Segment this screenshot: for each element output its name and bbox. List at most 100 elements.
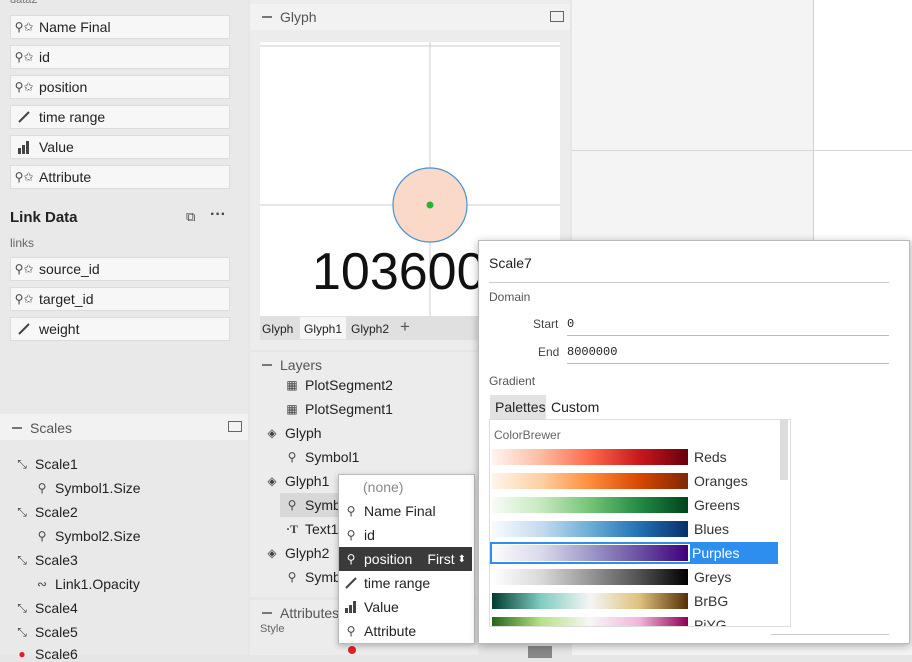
scale-item[interactable]: ⤡ Scale1 [14,456,78,472]
scale-item[interactable]: ⤡ Scale5 [14,624,78,640]
tab-custom[interactable]: Custom [551,399,599,415]
tab-palettes[interactable]: Palettes [495,399,546,415]
field-id[interactable]: ⚲✩ id [10,45,230,69]
scale-item[interactable]: ∾ Link1.Opacity [34,576,140,592]
scale-editor-popup: Scale7 Domain Start 0 End 8000000 Gradie… [478,240,910,644]
domain-end-input[interactable]: 8000000 [567,343,889,364]
palette-greys[interactable]: Greys [490,566,778,588]
gradient-label: Gradient [489,374,536,388]
link-settings-icon[interactable]: ⧉ [186,209,195,225]
scale-item[interactable]: ⚲ Symbol1.Size [34,480,141,496]
palette-greens[interactable]: Greens [490,494,778,516]
add-glyph-button[interactable]: + [400,317,410,337]
layers-title[interactable]: Layers [262,357,322,373]
layer-item[interactable]: ◈ Glyph [264,425,321,441]
fill-color-icon[interactable] [348,646,356,654]
layer-item[interactable]: ◈ Glyph2 [264,545,329,561]
palette-label: Reds [694,449,727,465]
categorical-icon: ⚲✩ [14,292,34,306]
diamond-icon: ◈ [267,426,277,440]
tab-glyph2[interactable]: Glyph2 [351,322,389,336]
categorical-icon: ⚲ [346,552,356,566]
scale-name-input[interactable]: Scale7 [489,255,532,271]
palette-label: Greens [694,497,740,513]
palette-brbg[interactable]: BrBG [490,590,778,612]
updown-icon: ⬍ [457,553,466,565]
canvas-divider [813,0,814,240]
palette-purples[interactable]: Purples [490,542,778,564]
scale-icon: ⤡ [17,600,27,615]
scale-item[interactable]: ⚲ Symbol2.Size [34,528,141,544]
categorical-icon: ⚲✩ [14,170,34,184]
palette-gradient [492,545,688,561]
glyph-big-number: 103600 [312,243,486,301]
end-label: End [538,345,560,359]
palette-gradient [492,449,688,465]
tab-glyph[interactable]: Glyph [262,322,293,336]
aggregation-select[interactable]: First ⬍ [427,551,466,567]
dropdown-item[interactable]: ⚲ id [339,523,472,547]
layer-item[interactable]: ◈ Glyph1 [264,473,329,489]
palette-list[interactable]: ColorBrewer Reds Oranges Greens Blues Purple… [489,419,791,627]
field-attribute[interactable]: ⚲✩ Attribute [10,165,230,189]
dataset-label: data2 [10,0,38,6]
layer-item[interactable]: ⚲ Symbol1 [284,449,360,465]
dropdown-item-none[interactable]: (none) [339,475,472,499]
domain-start-input[interactable]: 0 [567,315,889,336]
scale-item[interactable]: ⤡ Scale2 [14,504,78,520]
fill-toggle[interactable] [528,646,552,658]
field-position[interactable]: ⚲✩ position [10,75,230,99]
tab-glyph1[interactable]: Glyph1 [304,322,342,336]
palette-blues[interactable]: Blues [490,518,778,540]
grid-icon: ▦ [286,378,298,392]
start-label: Start [533,317,559,331]
layer-item[interactable]: ·T Text1 [284,521,338,537]
dropdown-item[interactable]: time range [339,571,472,595]
field-source-id[interactable]: ⚲✩ source_id [10,257,230,281]
layer-item-selected[interactable]: ⚲ Symb [284,497,341,513]
ruler-icon [15,109,33,125]
scale-item[interactable]: ⤡ Scale4 [14,600,78,616]
chart-preview-area [813,0,912,240]
canvas-gridline [813,150,912,151]
dropdown-item[interactable]: ⚲ Name Final [339,499,472,523]
palette-gradient [492,473,688,489]
maximize-icon[interactable] [550,11,564,22]
maximize-icon[interactable] [228,421,242,432]
dropdown-item[interactable]: ⚲ Attribute [339,619,472,643]
scales-title[interactable]: Scales [12,420,72,436]
more-options-icon[interactable]: ··· [210,206,226,224]
glyph-title[interactable]: Glyph [262,9,317,25]
palette-oranges[interactable]: Oranges [490,470,778,492]
categorical-icon: ⚲✩ [14,50,34,64]
categorical-icon: ⚲✩ [14,262,34,276]
field-weight[interactable]: weight [10,317,230,341]
field-label: target_id [39,291,94,307]
symbol-icon: ⚲ [287,450,297,464]
scrollbar-thumb[interactable] [780,420,788,480]
palette-reds[interactable]: Reds [490,446,778,468]
field-dropdown: (none) ⚲ Name Final ⚲ id ⚲ position First ⬍ … [338,474,475,644]
diamond-icon: ◈ [267,546,277,560]
palette-piyg[interactable]: PiYG [490,614,778,626]
scale-icon: ⤡ [17,504,27,519]
palette-group-label: ColorBrewer [494,428,561,442]
layer-item[interactable]: ⚲ Symb [284,569,341,585]
dropdown-item-selected[interactable]: ⚲ position First ⬍ [339,547,472,571]
color-scale-icon: ● [18,647,26,661]
dropdown-item[interactable]: Value [339,595,472,619]
ruler-icon [15,321,33,337]
field-label: id [39,49,50,65]
grid-icon: ▦ [286,402,298,416]
field-time-range[interactable]: time range [10,105,230,129]
categorical-icon: ⚲✩ [14,20,34,34]
field-value[interactable]: Value [10,135,230,159]
layer-item[interactable]: ▦ PlotSegment1 [284,401,393,417]
scale-item[interactable]: ⤡ Scale3 [14,552,78,568]
field-target-id[interactable]: ⚲✩ target_id [10,287,230,311]
scale-item[interactable]: ● Scale6 [14,646,77,662]
canvas-gridline [572,150,814,151]
field-name-final[interactable]: ⚲✩ Name Final [10,15,230,39]
layer-item[interactable]: ▦ PlotSegment2 [284,377,393,393]
attributes-title[interactable]: Attributes [262,605,339,621]
